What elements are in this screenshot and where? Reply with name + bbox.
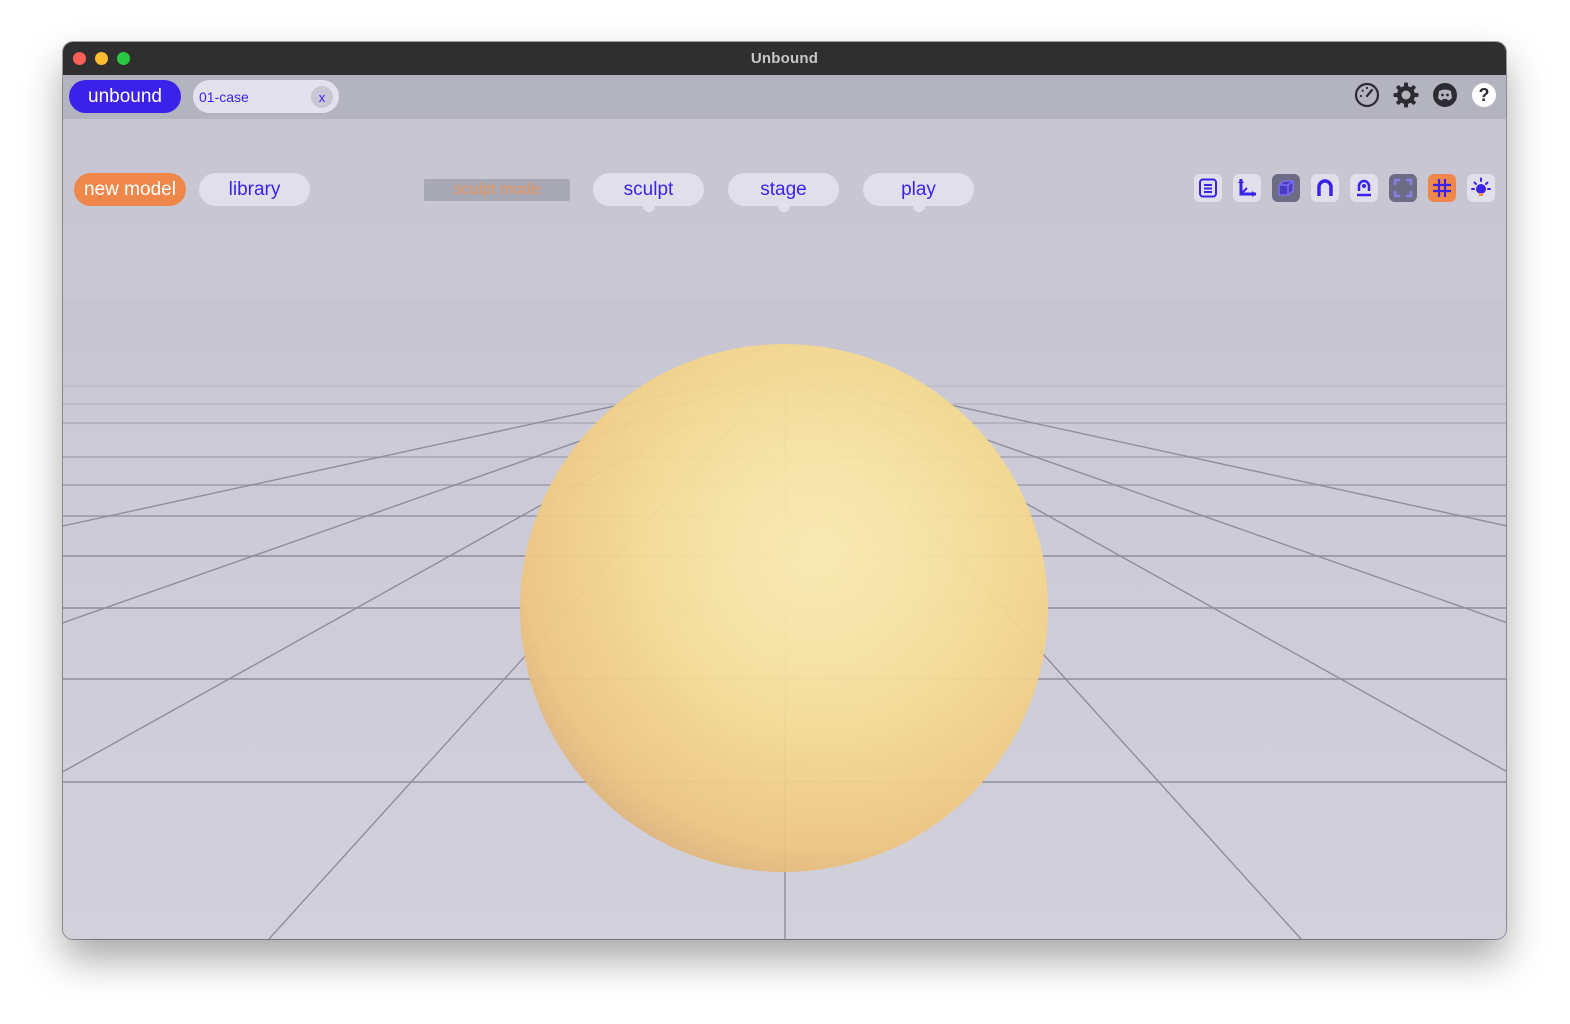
- play-notch: [912, 200, 925, 212]
- light-icon[interactable]: [1467, 174, 1495, 202]
- brand-button[interactable]: unbound: [69, 80, 181, 113]
- sculpt-mode-button[interactable]: sculpt: [593, 173, 704, 212]
- window-title: Unbound: [750, 50, 819, 67]
- sculpt-mode-label: sculpt: [623, 178, 674, 200]
- play-mode-label: play: [901, 178, 936, 200]
- stage-mode-button[interactable]: stage: [728, 173, 839, 212]
- top-bar: unbound 01-case x ?: [63, 75, 1506, 119]
- scene-canvas[interactable]: [63, 119, 1506, 939]
- 3d-viewport[interactable]: new model library sculpt mode sculpt sta…: [63, 119, 1506, 939]
- settings-gear-icon[interactable]: [1392, 81, 1420, 109]
- svg-text:?: ?: [1479, 85, 1490, 105]
- axes-icon[interactable]: [1233, 174, 1261, 202]
- library-button[interactable]: library: [199, 173, 310, 206]
- document-tab[interactable]: 01-case x: [193, 80, 339, 113]
- frame-icon[interactable]: [1389, 174, 1417, 202]
- sphere-model[interactable]: [520, 344, 1048, 872]
- app-window: Unbound unbound 01-case x ? new model li…: [63, 42, 1506, 939]
- mode-indicator: sculpt mode: [424, 179, 570, 201]
- magnet-icon[interactable]: [1311, 174, 1339, 202]
- performance-icon[interactable]: [1353, 81, 1381, 109]
- close-window-button[interactable]: [73, 52, 86, 65]
- cube-icon[interactable]: [1272, 174, 1300, 202]
- title-bar: Unbound: [63, 42, 1506, 75]
- discord-icon[interactable]: [1431, 81, 1459, 109]
- list-icon[interactable]: [1194, 174, 1222, 202]
- help-icon[interactable]: ?: [1470, 81, 1498, 109]
- sculpt-notch: [642, 200, 655, 212]
- close-document-button[interactable]: x: [311, 86, 333, 108]
- window-controls: [73, 52, 130, 65]
- view-tool-group: [1194, 174, 1495, 202]
- new-model-button[interactable]: new model: [74, 173, 186, 206]
- minimize-window-button[interactable]: [95, 52, 108, 65]
- maximize-window-button[interactable]: [117, 52, 130, 65]
- stage-notch: [777, 200, 790, 212]
- stage-mode-label: stage: [760, 178, 807, 200]
- grid-icon[interactable]: [1428, 174, 1456, 202]
- document-tab-label: 01-case: [199, 88, 249, 105]
- top-icon-group: ?: [1353, 81, 1498, 109]
- play-mode-button[interactable]: play: [863, 173, 974, 212]
- person-icon[interactable]: [1350, 174, 1378, 202]
